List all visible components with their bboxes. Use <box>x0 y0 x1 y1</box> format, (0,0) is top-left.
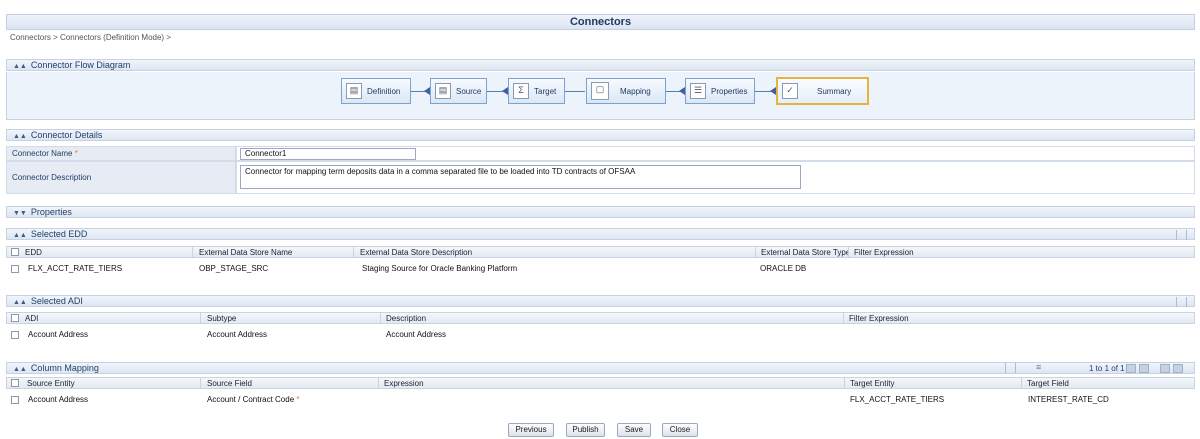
required-marker: * <box>74 149 78 158</box>
edd-section-header[interactable]: ▲▲ Selected EDD <box>6 228 1195 240</box>
last-page-icon[interactable] <box>1173 364 1183 373</box>
edd-section-title: Selected EDD <box>30 229 88 239</box>
table-cell: ORACLE DB <box>760 264 807 273</box>
collapse-icon[interactable]: ▲▲ <box>13 366 27 373</box>
select-all-checkbox[interactable] <box>11 314 19 322</box>
expand-icon[interactable]: ▼▼ <box>13 210 27 217</box>
table-cell: OBP_STAGE_SRC <box>199 264 269 273</box>
pagination-text: 1 to 1 of 1 <box>1089 364 1125 373</box>
mapping-col-header[interactable]: Expression <box>381 378 845 389</box>
breadcrumb: Connectors > Connectors (Definition Mode… <box>10 33 171 42</box>
flow-node-label: Source <box>456 86 482 96</box>
adi-col-header[interactable]: Description <box>383 313 844 324</box>
edd-col-header[interactable]: External Data Store Type <box>758 247 849 258</box>
flow-node-properties[interactable]: ☰ Properties <box>685 78 755 104</box>
mapping-col-header[interactable]: Target Entity <box>847 378 1022 389</box>
adi-col-header[interactable]: ADI <box>22 313 201 324</box>
connector-description-input[interactable]: Connector for mapping term deposits data… <box>240 165 801 189</box>
toolbar-separator <box>1176 230 1182 240</box>
flow-connector <box>487 91 503 92</box>
filter-icon[interactable]: ≡ <box>1036 362 1041 372</box>
mapping-col-header[interactable]: Source Field <box>204 378 379 389</box>
document-icon: ▤ <box>346 83 362 99</box>
toolbar-separator <box>1176 297 1182 307</box>
mapping-icon: ▢ <box>591 82 609 100</box>
properties-section-title: Properties <box>30 207 72 217</box>
flow-node-label: Definition <box>367 86 401 96</box>
first-page-icon[interactable] <box>1126 364 1136 373</box>
select-all-checkbox[interactable] <box>11 248 19 256</box>
collapse-icon[interactable]: ▲▲ <box>13 232 27 239</box>
flow-node-summary[interactable]: ✓ Summary <box>776 77 869 105</box>
flow-node-label: Mapping <box>620 86 651 96</box>
connector-name-label: Connector Name * <box>6 146 236 161</box>
edd-col-header[interactable]: EDD <box>22 247 193 258</box>
mapping-section-title: Column Mapping <box>30 363 99 373</box>
adi-col-header[interactable]: Subtype <box>204 313 381 324</box>
adi-section-title: Selected ADI <box>30 296 83 306</box>
table-cell: Account Address <box>386 330 447 339</box>
flow-connector <box>755 91 771 92</box>
flow-section-title: Connector Flow Diagram <box>30 60 131 70</box>
close-button[interactable]: Close <box>662 423 698 437</box>
edd-col-header[interactable]: Filter Expression <box>851 247 1191 258</box>
connector-name-input[interactable]: Connector1 <box>240 148 416 160</box>
table-cell: FLX_ACCT_RATE_TIERS <box>850 395 945 404</box>
toolbar-separator <box>1005 363 1011 373</box>
previous-button[interactable]: Previous <box>508 423 554 437</box>
details-section-header[interactable]: ▲▲ Connector Details <box>6 129 1195 141</box>
mapping-col-header[interactable]: Target Field <box>1024 378 1191 389</box>
table-cell: Account Address <box>207 330 268 339</box>
source-field-value: Account / Contract Code <box>207 395 295 404</box>
collapse-icon[interactable]: ▲▲ <box>13 63 27 70</box>
toolbar-separator <box>1015 363 1021 373</box>
mapping-col-header[interactable]: Source Entity <box>24 378 201 389</box>
row-checkbox[interactable] <box>11 396 19 404</box>
flow-node-mapping[interactable]: ▢ Mapping <box>586 78 666 104</box>
row-checkbox[interactable] <box>11 265 19 273</box>
properties-section-header[interactable]: ▼▼ Properties <box>6 206 1195 218</box>
publish-button[interactable]: Publish <box>566 423 605 437</box>
table-cell: INTEREST_RATE_CD <box>1028 395 1109 404</box>
flow-node-target[interactable]: Σ Target <box>508 78 565 104</box>
flow-node-source[interactable]: ▤ Source <box>430 78 487 104</box>
save-button[interactable]: Save <box>617 423 651 437</box>
collapse-icon[interactable]: ▲▲ <box>13 299 27 306</box>
database-icon: ▤ <box>435 83 451 99</box>
table-cell: FLX_ACCT_RATE_TIERS <box>28 264 123 273</box>
adi-section-header[interactable]: ▲▲ Selected ADI <box>6 295 1195 307</box>
flow-node-label: Target <box>534 86 557 96</box>
edd-col-header[interactable]: External Data Store Description <box>357 247 756 258</box>
flow-node-label: Summary <box>817 86 852 96</box>
flow-connector <box>411 91 425 92</box>
table-cell: Staging Source for Oracle Banking Platfo… <box>362 264 518 273</box>
flow-node-label: Properties <box>711 86 748 96</box>
toolbar-separator <box>1186 297 1192 307</box>
table-cell: Account Address <box>28 395 89 404</box>
page-title: Connectors <box>6 14 1195 30</box>
flow-node-definition[interactable]: ▤ Definition <box>341 78 411 104</box>
select-all-checkbox[interactable] <box>11 379 19 387</box>
connector-name-label-text: Connector Name <box>12 149 73 158</box>
required-marker: * <box>296 395 300 404</box>
flow-section-header[interactable]: ▲▲ Connector Flow Diagram <box>6 59 1195 71</box>
adi-col-header[interactable]: Filter Expression <box>846 313 1191 324</box>
edd-col-header[interactable]: External Data Store Name <box>196 247 354 258</box>
sigma-icon: Σ <box>513 83 529 99</box>
connector-description-label: Connector Description <box>6 161 236 194</box>
summary-icon: ✓ <box>782 83 798 99</box>
flow-connector <box>565 91 585 92</box>
row-checkbox[interactable] <box>11 331 19 339</box>
properties-icon: ☰ <box>690 83 706 99</box>
collapse-icon[interactable]: ▲▲ <box>13 133 27 140</box>
next-page-icon[interactable] <box>1160 364 1170 373</box>
table-cell: Account Address <box>28 330 89 339</box>
toolbar-separator <box>1186 230 1192 240</box>
previous-page-icon[interactable] <box>1139 364 1149 373</box>
table-cell: Account / Contract Code * <box>207 394 300 406</box>
flow-connector <box>666 91 680 92</box>
details-section-title: Connector Details <box>30 130 103 140</box>
